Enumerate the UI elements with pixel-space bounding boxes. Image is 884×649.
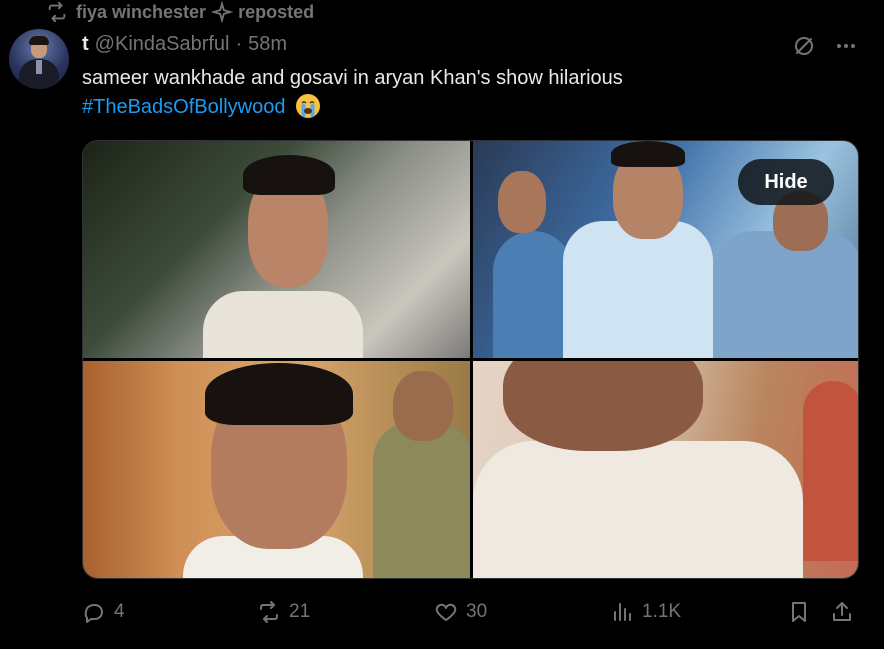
repost-icon [260, 601, 278, 623]
share-icon [833, 602, 851, 621]
repost-indicator: fiya winchester reposted [46, 0, 314, 24]
sparkle-icon [211, 1, 234, 23]
action-bar: 4 21 30 1.1K [82, 596, 858, 628]
loudly-crying-face-icon [296, 94, 321, 118]
reposter-name[interactable]: fiya winchester [76, 2, 206, 23]
tweet-top-actions [792, 34, 858, 58]
reply-button[interactable]: 4 [82, 596, 125, 628]
avatar[interactable] [9, 29, 69, 89]
media-image-1[interactable] [83, 141, 470, 358]
heart-icon [435, 603, 457, 621]
user-handle[interactable]: @KindaSabrful [95, 33, 230, 56]
views-button[interactable]: 1.1K [610, 596, 681, 628]
share-button[interactable] [830, 596, 854, 628]
media-grid[interactable]: Hide [82, 140, 859, 579]
separator-dot: · [235, 32, 243, 55]
repost-button[interactable]: 21 [257, 596, 310, 628]
like-button[interactable]: 30 [434, 596, 487, 628]
bookmark-icon [792, 602, 806, 622]
grok-icon[interactable] [792, 34, 816, 58]
like-count: 30 [466, 601, 488, 622]
repost-count: 21 [289, 601, 311, 622]
tweet-header: t @KindaSabrful · 58m [82, 31, 287, 57]
reposter-name-group[interactable]: fiya winchester reposted [76, 1, 314, 23]
repost-icon [48, 1, 66, 23]
tweet-body: sameer wankhade and gosavi in aryan Khan… [82, 67, 623, 89]
media-image-3[interactable] [83, 361, 470, 578]
bookmark-button[interactable] [787, 596, 811, 628]
reply-count: 4 [114, 601, 125, 622]
hide-button[interactable]: Hide [738, 159, 834, 205]
more-icon[interactable] [834, 34, 858, 58]
views-icon [614, 603, 631, 621]
timestamp[interactable]: 58m [248, 33, 287, 56]
reposted-label: reposted [238, 1, 315, 22]
reply-icon [84, 604, 103, 623]
media-image-4[interactable] [473, 361, 858, 578]
views-count: 1.1K [642, 601, 682, 622]
hashtag-link[interactable]: #TheBadsOfBollywood [82, 96, 285, 118]
display-name[interactable]: t [82, 33, 89, 56]
tweet-text: sameer wankhade and gosavi in aryan Khan… [82, 64, 842, 122]
